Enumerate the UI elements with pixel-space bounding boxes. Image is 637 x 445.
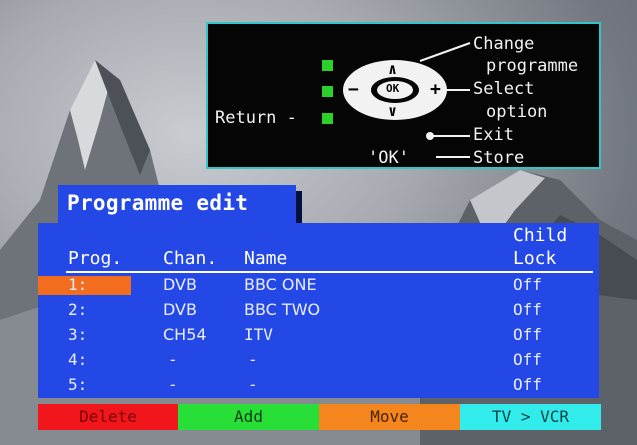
up-arrow-icon: ∧: [388, 60, 398, 78]
row-chan: -: [168, 375, 178, 394]
remote-dpad-icon: [343, 42, 471, 158]
row-name: -: [248, 375, 258, 394]
table-row-1[interactable]: 1: DVB BBC ONE Off: [38, 273, 599, 297]
row-lock[interactable]: Off: [513, 323, 542, 347]
minus-icon: −: [348, 79, 359, 100]
header-child: Child: [513, 225, 568, 246]
row-name: ITV: [244, 325, 273, 344]
row-lock[interactable]: Off: [513, 298, 542, 322]
row-prog: 5:: [68, 375, 88, 394]
header-name: Name: [244, 248, 288, 269]
row-chan: DVB: [163, 300, 197, 319]
header-prog: Prog.: [68, 248, 123, 269]
row-chan: CH54: [163, 325, 207, 344]
table-row-3[interactable]: 3: CH54 ITV Off: [38, 323, 599, 347]
plus-icon: +: [430, 79, 441, 100]
store-label: Store: [473, 148, 525, 168]
row-prog: 2:: [68, 300, 88, 319]
header-lock: Lock: [513, 248, 557, 269]
row-prog: 3:: [68, 325, 88, 344]
down-arrow-icon: ∨: [388, 102, 398, 120]
ok-store-label: 'OK': [368, 148, 409, 168]
green-key-icon: [322, 86, 333, 97]
row-prog: 1:: [68, 275, 88, 294]
row-name: BBC ONE: [244, 275, 317, 294]
select-label-line1: Select: [473, 79, 535, 99]
row-chan: -: [168, 350, 178, 369]
table-row-2[interactable]: 2: DVB BBC TWO Off: [38, 298, 599, 322]
return-label: Return -: [215, 108, 297, 128]
table-row-4[interactable]: 4: - - Off: [38, 348, 599, 372]
move-button[interactable]: Move: [319, 404, 460, 430]
delete-button[interactable]: Delete: [38, 404, 178, 430]
tv-vcr-button[interactable]: TV > VCR: [460, 404, 601, 430]
change-label-line2: programme: [486, 56, 579, 76]
page-title: Programme edit: [58, 185, 296, 223]
row-name: -: [248, 350, 258, 369]
row-lock[interactable]: Off: [513, 348, 542, 372]
function-key-bar: Delete Add Move TV > VCR: [38, 404, 601, 430]
exit-label: Exit: [473, 125, 514, 145]
ok-key-label: OK: [386, 82, 400, 95]
row-prog: 4:: [68, 350, 88, 369]
green-key-icon: [322, 60, 333, 71]
key-help-panel: OK ∧ ∨ − + Change programme Select optio…: [206, 22, 601, 169]
row-chan: DVB: [163, 275, 197, 294]
row-lock[interactable]: Off: [513, 373, 542, 397]
green-key-icon: [322, 113, 333, 124]
row-lock[interactable]: Off: [513, 273, 542, 297]
programme-table: Prog. Chan. Name Child Lock 1: DVB BBC O…: [38, 223, 599, 398]
change-label-line1: Change: [473, 34, 535, 54]
header-chan: Chan.: [163, 248, 218, 269]
table-row-5[interactable]: 5: - - Off: [38, 373, 599, 397]
row-name: BBC TWO: [244, 300, 321, 319]
select-label-line2: option: [486, 102, 548, 122]
add-button[interactable]: Add: [178, 404, 319, 430]
